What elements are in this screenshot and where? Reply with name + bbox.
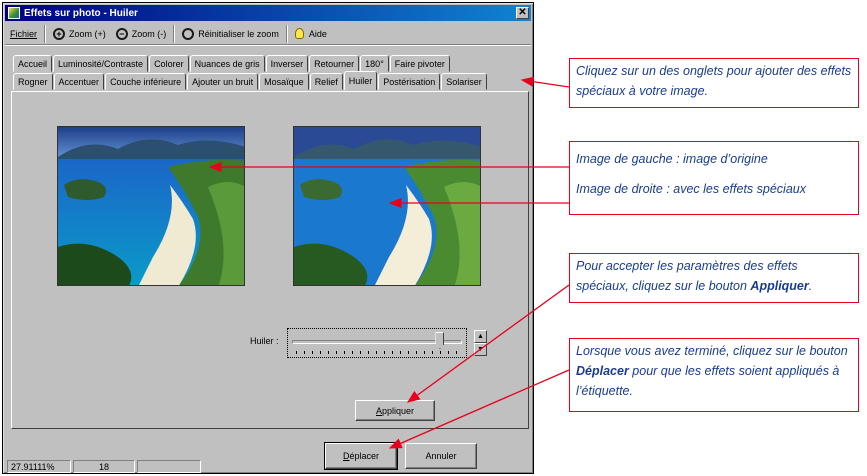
tab-couche-inferieure[interactable]: Couche inférieure	[105, 73, 187, 90]
spin-up-icon[interactable]: ▲	[474, 330, 487, 343]
help-label: Aide	[308, 28, 327, 39]
tab-relief[interactable]: Relief	[309, 73, 343, 90]
tab-luminosite-contraste[interactable]: Luminosité/Contraste	[53, 55, 149, 72]
left-image-text: Image de gauche : image d’origine	[576, 152, 768, 166]
tab-mosaique[interactable]: Mosaïque	[259, 73, 309, 90]
slider-thumb[interactable]	[435, 332, 445, 349]
tab-inverser[interactable]: Inverser	[265, 55, 309, 72]
tab-posterisation[interactable]: Postérisation	[378, 73, 441, 90]
right-image-text: Image de droite : avec les effets spécia…	[576, 182, 806, 196]
slider-label: Huiler :	[250, 336, 279, 346]
status-value: 18	[73, 460, 135, 473]
help-button[interactable]: Aide	[290, 24, 332, 44]
tab-ajouter-un-bruit[interactable]: Ajouter un bruit	[187, 73, 259, 90]
move-callout: Lorsque vous avez terminé, cliquez sur l…	[569, 338, 859, 412]
tab-accueil[interactable]: Accueil	[13, 55, 53, 72]
tab-retourner[interactable]: Retourner	[309, 55, 360, 72]
tab-row-2: Rogner Accentuer Couche inférieure Ajouter …	[13, 71, 488, 90]
reset-zoom-label: Réinitialiser le zoom	[198, 28, 279, 39]
zoom-out-button[interactable]: − Zoom (-)	[111, 24, 172, 44]
search-icon	[182, 27, 195, 40]
tabs-callout: Cliquez sur un des onglets pour ajouter …	[569, 58, 859, 108]
apply-button[interactable]: Appliquer	[355, 400, 435, 421]
status-empty	[137, 460, 201, 473]
title-bar[interactable]: Effets sur photo - Huiler ✕	[5, 5, 531, 21]
apply-callout: Pour accepter les paramètres des effets …	[569, 253, 859, 303]
cancel-button[interactable]: Annuler	[405, 443, 477, 469]
separator	[285, 24, 288, 43]
original-image	[57, 126, 245, 286]
toolbar: Fichier + Zoom (+) − Zoom (-) Réinitiali…	[5, 23, 531, 45]
tab-row-1: Accueil Luminosité/Contraste Colorer Nuance…	[13, 55, 451, 72]
tab-solariser[interactable]: Solariser	[441, 73, 487, 90]
app-icon	[8, 7, 20, 19]
zoom-out-label: Zoom (-)	[131, 28, 167, 39]
zoom-in-button[interactable]: + Zoom (+)	[48, 24, 111, 44]
zoom-in-icon: +	[53, 27, 66, 40]
move-callout-bold: Déplacer	[576, 364, 629, 378]
processed-image	[293, 126, 481, 286]
status-zoom: 27.91111%	[7, 460, 71, 473]
tab-huiler[interactable]: Huiler	[343, 71, 378, 90]
window-title: Effets sur photo - Huiler	[24, 7, 138, 19]
help-bulb-icon	[294, 28, 304, 39]
apply-callout-post: .	[808, 279, 813, 293]
separator	[173, 24, 176, 43]
menu-file[interactable]: Fichier	[5, 24, 42, 44]
apply-label: Appliquer	[375, 405, 415, 416]
move-callout-pre: Lorsque vous avez terminé, cliquez sur l…	[576, 344, 848, 358]
tab-faire-pivoter[interactable]: Faire pivoter	[389, 55, 450, 72]
slider-spinner[interactable]: ▲ ▼	[474, 330, 487, 357]
tab-colorer[interactable]: Colorer	[149, 55, 189, 72]
oil-slider[interactable]	[287, 328, 467, 358]
slider-ticks	[296, 351, 458, 354]
zoom-in-label: Zoom (+)	[69, 28, 106, 39]
tabs-callout-text: Cliquez sur un des onglets pour ajouter …	[576, 64, 852, 98]
apply-callout-bold: Appliquer	[750, 279, 809, 293]
tab-accentuer[interactable]: Accentuer	[53, 73, 105, 90]
tab-180[interactable]: 180°	[360, 55, 389, 72]
close-icon[interactable]: ✕	[516, 7, 529, 19]
dialog-window: Effets sur photo - Huiler ✕ Fichier + Zo…	[2, 2, 534, 474]
spin-down-icon[interactable]: ▼	[474, 343, 487, 356]
move-button[interactable]: Déplacer	[324, 442, 398, 470]
move-label: Déplacer	[342, 451, 380, 461]
tab-nuances-de-gris[interactable]: Nuances de gris	[189, 55, 265, 72]
zoom-out-icon: −	[115, 27, 128, 40]
reset-zoom-button[interactable]: Réinitialiser le zoom	[177, 24, 284, 44]
cancel-label: Annuler	[425, 451, 457, 461]
images-callout: Image de gauche : image d’origine Image …	[569, 141, 859, 215]
separator	[44, 24, 47, 43]
tab-rogner[interactable]: Rogner	[13, 73, 53, 90]
